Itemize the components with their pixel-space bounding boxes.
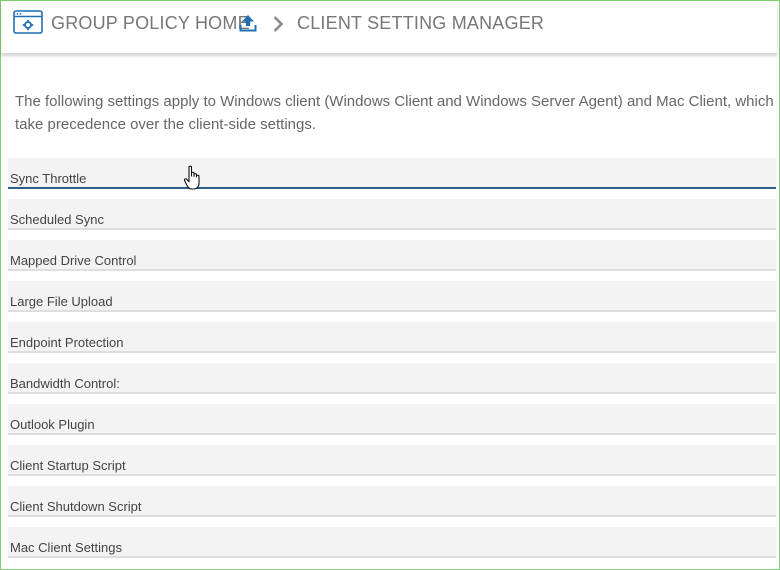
setting-item-large-file-upload[interactable]: Large File Upload [8,281,776,312]
settings-window-icon[interactable] [13,10,43,34]
setting-item-bandwidth-control[interactable]: Bandwidth Control: [8,363,776,394]
setting-item-label: Endpoint Protection [10,335,124,350]
setting-item-endpoint-protection[interactable]: Endpoint Protection [8,322,776,353]
setting-item-mapped-drive-control[interactable]: Mapped Drive Control [8,240,776,271]
upload-icon[interactable] [239,14,257,32]
setting-item-label: Scheduled Sync [10,212,104,227]
setting-item-label: Client Startup Script [10,458,126,473]
breadcrumb-current: CLIENT SETTING MANAGER [297,13,545,33]
setting-item-label: Client Shutdown Script [10,499,142,514]
setting-item-mac-client-settings[interactable]: Mac Client Settings [8,527,776,558]
breadcrumb-home-link[interactable]: GROUP POLICY HOME [51,13,250,34]
setting-item-label: Large File Upload [10,294,113,309]
header-bar: GROUP POLICY HOME CLIENT SETTING MANAGER [1,1,777,54]
setting-item-client-startup-script[interactable]: Client Startup Script [8,445,776,476]
setting-item-outlook-plugin[interactable]: Outlook Plugin [8,404,776,435]
page-description: The following settings apply to Windows … [15,93,774,133]
setting-item-label: Mac Client Settings [10,540,122,555]
setting-item-scheduled-sync[interactable]: Scheduled Sync [8,199,776,230]
setting-item-label: Sync Throttle [10,171,87,186]
chevron-right-icon [273,16,284,32]
setting-item-sync-throttle[interactable]: Sync Throttle [8,158,776,189]
setting-item-label: Bandwidth Control: [10,376,120,391]
setting-item-label: Outlook Plugin [10,417,95,432]
setting-item-client-shutdown-script[interactable]: Client Shutdown Script [8,486,776,517]
setting-item-label: Mapped Drive Control [10,253,137,268]
settings-list: Sync Throttle Scheduled Sync Mapped Driv… [8,158,776,568]
